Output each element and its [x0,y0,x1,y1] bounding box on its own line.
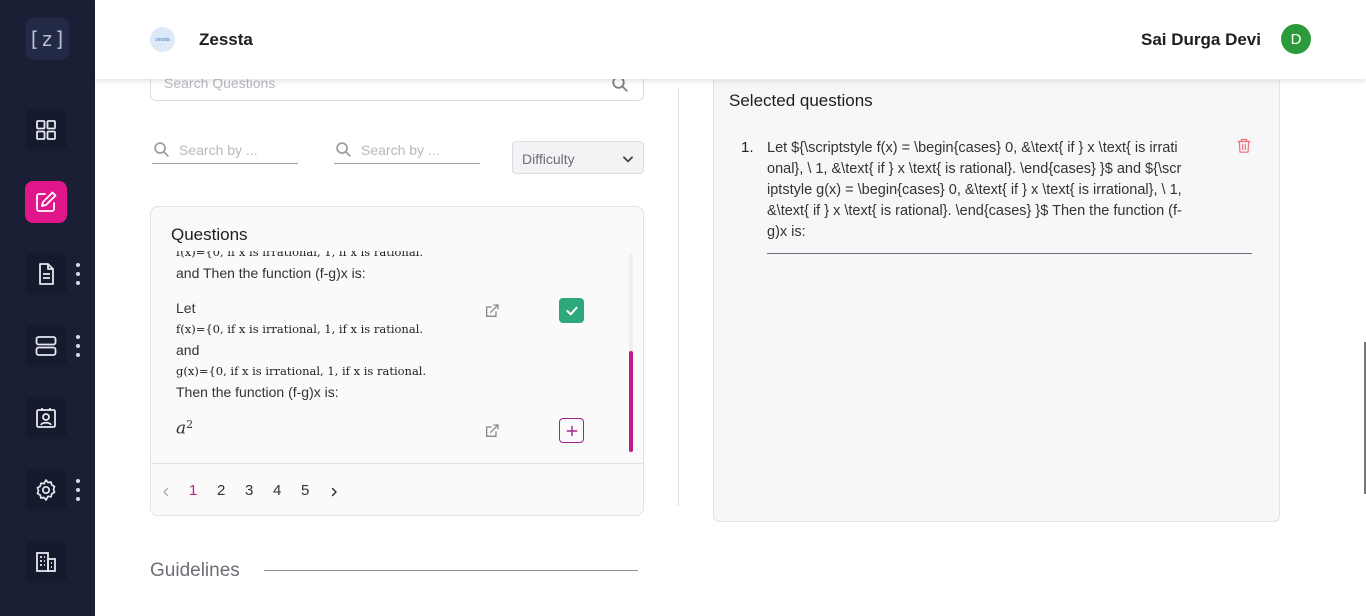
questions-card: Questions f(x)={0, if x is irrational, 1… [150,206,644,516]
question-selected-checkbox[interactable] [559,298,584,323]
panel-divider [678,88,679,506]
profile-nav-button[interactable] [25,397,67,439]
sidebar: [z] [0,0,95,616]
dashboard-nav-button[interactable] [25,109,67,151]
selected-questions-title: Selected questions [729,91,873,110]
search-icon [154,142,169,157]
add-question-button[interactable] [559,418,584,443]
organization-nav-button[interactable] [25,541,67,583]
pagination: 1 2 3 4 5 [151,463,643,515]
question-text: and [176,342,200,358]
settings-icon [36,479,56,501]
external-link-icon[interactable] [484,303,500,319]
question-math: a [176,418,187,439]
documents-menu-dots[interactable] [74,263,82,285]
settings-menu-dots[interactable] [74,479,82,501]
grid-icon [36,120,56,140]
trash-icon[interactable] [1236,137,1252,154]
chevron-right-icon[interactable] [328,486,340,498]
page-2-button[interactable]: 2 [217,482,225,499]
questions-scrollbar-thumb[interactable] [629,351,633,452]
filter-search-1 [152,138,298,164]
plus-icon [566,425,577,436]
top-header: zessta Zessta Sai Durga Devi D [95,0,1366,79]
settings-nav-button[interactable] [25,469,67,511]
user-avatar[interactable]: D [1281,24,1311,54]
search-icon [336,142,351,157]
guidelines-heading: Guidelines [150,560,240,581]
questions-list: f(x)={0, if x is irrational, 1, if x is … [151,251,643,463]
servers-menu-dots[interactable] [74,335,82,357]
servers-nav-button[interactable] [25,325,67,367]
filter-search-1-input[interactable] [179,142,289,158]
chevron-down-icon [623,156,633,163]
server-icon [35,336,57,356]
selected-question-divider [767,253,1252,254]
page-1-button[interactable]: 1 [189,482,197,499]
page-5-button[interactable]: 5 [301,482,309,499]
question-text: Then the function (f-g)x is: [176,384,339,400]
brand-logo: zessta [150,27,175,52]
page-4-button[interactable]: 4 [273,482,281,499]
app-logo[interactable]: [z] [26,18,69,60]
check-icon [565,306,578,315]
question-math: g(x)={0, if x is irrational, 1, if x is … [176,364,427,378]
selected-question-text: Let ${\scriptstyle f(x) = \begin{cases} … [767,140,1182,240]
question-text: and Then the function (f-g)x is: [176,265,366,281]
list-item: a2 [176,414,193,440]
document-icon [39,263,54,285]
user-name: Sai Durga Devi [1141,30,1261,49]
list-item: Let f(x)={0, if x is irrational, 1, if x… [176,298,476,403]
external-link-icon[interactable] [484,423,500,439]
question-math-exponent: 2 [186,418,194,431]
edit-icon [36,191,57,212]
brand-name: Zessta [199,30,253,49]
chevron-left-icon[interactable] [160,486,172,498]
page-3-button[interactable]: 3 [245,482,253,499]
guidelines-divider [264,570,638,571]
filter-search-2-input[interactable] [361,142,471,158]
selected-question-number: 1. [741,139,754,156]
selected-questions-card: Selected questions 1. Let ${\scriptstyle… [713,80,1280,522]
building-icon [36,552,56,572]
question-text: Let [176,300,196,316]
list-item: f(x)={0, if x is irrational, 1, if x is … [176,251,423,284]
question-math: f(x)={0, if x is irrational, 1, if x is … [176,322,424,336]
difficulty-select[interactable]: Difficulty [512,141,644,174]
documents-nav-button[interactable] [25,253,67,295]
edit-nav-button[interactable] [25,181,67,223]
id-card-icon [36,408,56,428]
filter-search-2 [334,138,480,164]
question-math: f(x)={0, if x is irrational, 1, if x is … [176,251,424,259]
difficulty-select-label: Difficulty [522,151,575,167]
questions-title: Questions [171,225,248,244]
